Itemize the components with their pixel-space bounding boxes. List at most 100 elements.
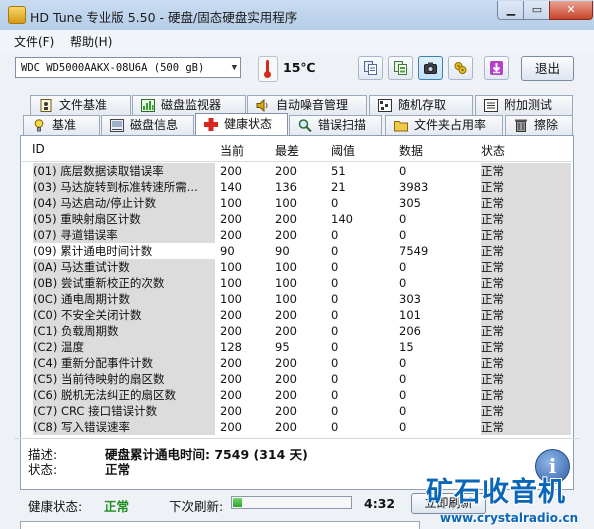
table-row[interactable]: (C6) 脱机无法纠正的扇区数 200 200 0 0 正常	[21, 387, 573, 403]
raw-data-cell: 303	[399, 292, 421, 306]
threshold-value-cell: 0	[331, 372, 339, 386]
title-bar[interactable]: HD Tune 专业版 5.50 - 硬盘/固态硬盘实用程序 ▁ ▭ ✕	[0, 0, 594, 31]
disk-monitor-icon	[141, 99, 155, 112]
chevron-down-icon: ▼	[231, 63, 237, 73]
table-row[interactable]: (0A) 马达重试计数 100 100 0 0 正常	[21, 259, 573, 275]
status-cell: 正常	[481, 371, 571, 387]
current-value-cell: 200	[220, 371, 272, 387]
tab-error-scan[interactable]: 错误扫描	[289, 115, 382, 135]
tab-noise-management[interactable]: 自动噪音管理	[247, 95, 367, 115]
copy-icon	[364, 61, 377, 75]
tab-erase[interactable]: 擦除	[505, 115, 573, 135]
status-cell: 正常	[481, 259, 571, 275]
menu-file[interactable]: 文件(F)	[14, 33, 54, 50]
raw-data-cell: 15	[399, 340, 414, 354]
status-cell: 正常	[481, 339, 571, 355]
threshold-value-cell: 0	[331, 308, 339, 322]
watermark-text: 矿石收音机	[426, 477, 566, 508]
threshold-value-cell: 0	[331, 340, 339, 354]
table-row[interactable]: (03) 马达旋转到标准转速所需... 140 136 21 3983 正常	[21, 179, 573, 195]
tab-label: 随机存取	[398, 98, 447, 112]
current-value-cell: 200	[220, 355, 272, 371]
status-cell: 正常	[481, 291, 571, 307]
benchmark-icon	[34, 119, 44, 132]
table-row[interactable]: (07) 寻道错误率 200 200 0 0 正常	[21, 227, 573, 243]
status-cell: 正常	[481, 275, 571, 291]
tab-health[interactable]: 健康状态	[195, 113, 288, 135]
raw-data-cell: 0	[399, 372, 407, 386]
close-button[interactable]: ✕	[549, 1, 593, 20]
table-row[interactable]: (05) 重映射扇区计数 200 200 140 0 正常	[21, 211, 573, 227]
table-row[interactable]: (0B) 尝试重新校正的次数 100 100 0 0 正常	[21, 275, 573, 291]
current-value-cell: 200	[220, 307, 272, 323]
table-row[interactable]: (04) 马达启动/停止计数 100 100 0 305 正常	[21, 195, 573, 211]
threshold-value-cell: 0	[331, 356, 339, 370]
drive-select[interactable]: WDC WD5000AAKX-08U6A (500 gB) ▼	[15, 57, 241, 78]
table-row[interactable]: (0C) 通电周期计数 100 100 0 303 正常	[21, 291, 573, 307]
menu-help[interactable]: 帮助(H)	[70, 33, 112, 50]
header-data[interactable]: 数据	[399, 142, 423, 159]
screenshot-button[interactable]	[418, 56, 443, 80]
window-title: HD Tune 专业版 5.50 - 硬盘/固态硬盘实用程序	[30, 10, 298, 25]
attribute-name-cell: (09) 累计通电时间计数	[33, 243, 215, 259]
options-button[interactable]	[448, 56, 473, 80]
table-row[interactable]: (01) 底层数据读取错误率 200 200 51 0 正常	[21, 163, 573, 179]
current-value-cell: 100	[220, 195, 272, 211]
table-row[interactable]: (C4) 重新分配事件计数 200 200 0 0 正常	[21, 355, 573, 371]
raw-data-cell: 305	[399, 196, 421, 210]
refresh-countdown: 4:32	[364, 496, 396, 511]
random-access-icon	[378, 99, 392, 112]
minimize-button[interactable]: ▁	[497, 1, 525, 20]
worst-value-cell: 200	[275, 404, 297, 418]
raw-data-cell: 0	[399, 388, 407, 402]
tab-random-access[interactable]: 随机存取	[369, 95, 473, 115]
worst-value-cell: 200	[275, 164, 297, 178]
worst-value-cell: 100	[275, 292, 297, 306]
exit-button[interactable]: 退出	[521, 56, 574, 81]
status-label: 状态:	[28, 462, 58, 477]
watermark-logo: 矿石收音机 www.crystalradio.cn	[426, 470, 594, 529]
worst-value-cell: 200	[275, 308, 297, 322]
copy-text-button[interactable]	[388, 56, 413, 80]
tab-benchmark[interactable]: 基准	[23, 115, 100, 135]
maximize-button[interactable]: ▭	[523, 1, 551, 20]
tab-file-benchmark[interactable]: 文件基准	[30, 95, 131, 115]
header-id[interactable]: ID	[32, 142, 45, 156]
watermark-url: www.crystalradio.cn	[440, 511, 579, 525]
table-row[interactable]: (09) 累计通电时间计数 90 90 0 7549 正常	[21, 243, 573, 259]
header-current[interactable]: 当前	[220, 142, 244, 159]
attribute-name-cell: (C4) 重新分配事件计数	[33, 355, 215, 371]
header-threshold[interactable]: 阈值	[331, 142, 355, 159]
trash-icon	[515, 119, 527, 132]
status-cell: 正常	[481, 323, 571, 339]
threshold-value-cell: 0	[331, 292, 339, 306]
threshold-value-cell: 51	[331, 164, 346, 178]
table-row[interactable]: (C5) 当前待映射的扇区数 200 200 0 0 正常	[21, 371, 573, 387]
tab-label: 磁盘信息	[130, 118, 179, 132]
tab-extra-tests[interactable]: 附加测试	[475, 95, 573, 115]
raw-data-cell: 206	[399, 324, 421, 338]
raw-data-cell: 0	[399, 356, 407, 370]
table-row[interactable]: (C1) 负载周期数 200 200 0 206 正常	[21, 323, 573, 339]
header-status[interactable]: 状态	[481, 142, 505, 159]
status-strip	[20, 521, 420, 529]
raw-data-cell: 101	[399, 308, 421, 322]
attribute-name-cell: (C8) 写入错误速率	[33, 419, 215, 435]
table-row[interactable]: (C2) 温度 128 95 0 15 正常	[21, 339, 573, 355]
attribute-name-cell: (0A) 马达重试计数	[33, 259, 215, 275]
status-cell: 正常	[481, 195, 571, 211]
table-row[interactable]: (C8) 写入错误速率 200 200 0 0 正常	[21, 419, 573, 435]
table-row[interactable]: (C0) 不安全关闭计数 200 200 0 101 正常	[21, 307, 573, 323]
tab-folder-usage[interactable]: 文件夹占用率	[385, 115, 503, 135]
save-download-button[interactable]	[484, 56, 509, 80]
threshold-value-cell: 0	[331, 196, 339, 210]
tab-disk-info[interactable]: 磁盘信息	[101, 115, 194, 135]
table-row[interactable]: (C7) CRC 接口错误计数 200 200 0 0 正常	[21, 403, 573, 419]
attribute-name-cell: (07) 寻道错误率	[33, 227, 215, 243]
tab-disk-monitor[interactable]: 磁盘监视器	[132, 95, 246, 115]
camera-icon	[424, 62, 437, 74]
copy-button[interactable]	[358, 56, 383, 80]
current-value-cell: 200	[220, 403, 272, 419]
threshold-value-cell: 0	[331, 388, 339, 402]
header-worst[interactable]: 最差	[275, 142, 299, 159]
